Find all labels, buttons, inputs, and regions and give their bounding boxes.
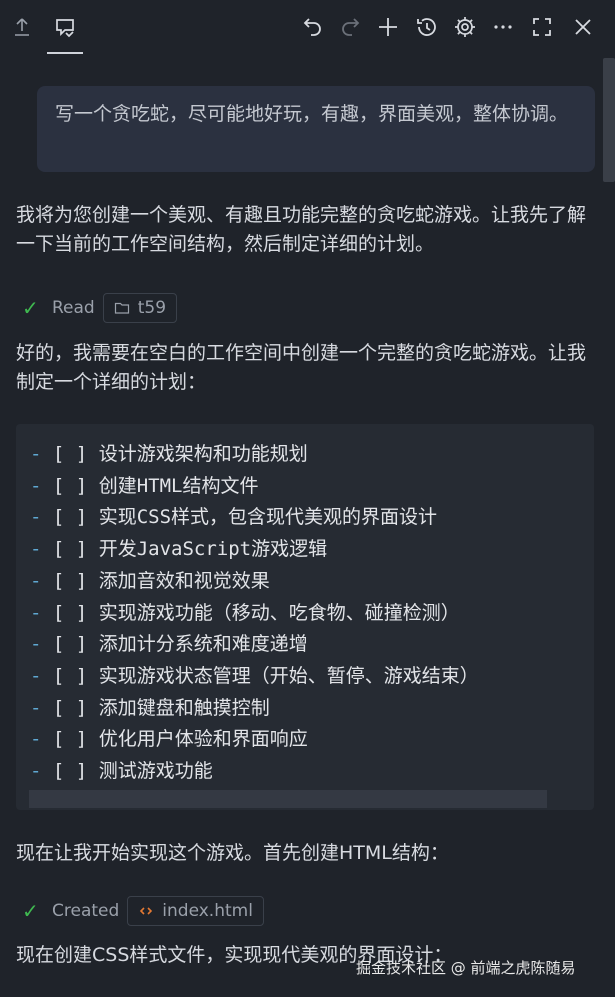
code-block: - [ ] 设计游戏架构和功能规划 - [ ] 创建HTML结构文件 - [ ] 实…: [16, 424, 594, 810]
assistant-paragraph: 我将为您创建一个美观、有趣且功能完整的贪吃蛇游戏。让我先了解一下当前的工作空间结…: [16, 204, 587, 255]
checkbox-marker: [ ]: [52, 569, 88, 592]
file-name: index.html: [162, 901, 253, 921]
checkbox-marker: [ ]: [52, 633, 88, 656]
plan-item: - [ ] 创建HTML结构文件: [30, 471, 258, 502]
checkbox-marker: [ ]: [52, 538, 88, 561]
assistant-paragraph: 现在让我开始实现这个游戏。首先创建HTML结构：: [16, 842, 449, 864]
add-icon[interactable]: [371, 8, 405, 46]
undo-icon[interactable]: [296, 8, 330, 46]
list-bullet: -: [30, 506, 42, 529]
checkbox-marker: [ ]: [52, 760, 88, 782]
list-bullet: -: [30, 569, 42, 592]
plan-item-text: 添加计分系统和难度递增: [98, 633, 308, 656]
checkbox-marker: [ ]: [52, 696, 88, 719]
list-bullet: -: [30, 601, 42, 624]
plan-item: - [ ] 添加键盘和触摸控制: [30, 693, 270, 724]
plan-item-text: 创建HTML结构文件: [98, 474, 259, 497]
plan-item: - [ ] 测试游戏功能: [30, 756, 213, 787]
user-message-text: 写一个贪吃蛇，尽可能地好玩，有趣，界面美观，整体协调。: [55, 103, 569, 125]
code-horizontal-scrollbar[interactable]: [29, 790, 547, 808]
upload-icon[interactable]: [5, 8, 39, 46]
plan-item-text: 实现游戏功能（移动、吃食物、碰撞检测）: [98, 601, 460, 624]
file-chip[interactable]: index.html: [127, 896, 264, 926]
plan-item: - [ ] 实现游戏状态管理（开始、暂停、游戏结束）: [30, 661, 479, 692]
checkbox-marker: [ ]: [52, 728, 88, 751]
list-bullet: -: [30, 443, 42, 465]
html-file-icon: [140, 907, 153, 915]
list-bullet: -: [30, 728, 42, 751]
list-bullet: -: [30, 474, 42, 497]
close-icon[interactable]: [566, 8, 600, 46]
list-bullet: -: [30, 696, 42, 719]
history-icon[interactable]: [410, 8, 444, 46]
assistant-paragraph: 好的，我需要在空白的工作空间中创建一个完整的贪吃蛇游戏。让我制定一个详细的计划：: [16, 342, 587, 393]
plan-item-text: 开发JavaScript游戏逻辑: [98, 538, 328, 561]
plan-item-text: 优化用户体验和界面响应: [98, 728, 308, 751]
plan-item: - [ ] 添加音效和视觉效果: [30, 566, 270, 597]
check-icon: ✓: [22, 296, 39, 320]
checkbox-marker: [ ]: [52, 443, 88, 465]
checkbox-marker: [ ]: [52, 601, 88, 624]
plan-item: - [ ] 优化用户体验和界面响应: [30, 724, 308, 755]
checkbox-marker: [ ]: [52, 474, 88, 497]
plan-item: - [ ] 实现CSS样式，包含现代美观的界面设计: [30, 502, 437, 533]
plan-item-text: 添加键盘和触摸控制: [98, 696, 270, 719]
read-tool-line: ✓ Read t59: [22, 293, 178, 323]
fullscreen-icon[interactable]: [525, 8, 559, 46]
plan-item-text: 设计游戏架构和功能规划: [98, 443, 308, 465]
plan-item: - [ ] 添加计分系统和难度递增: [30, 629, 308, 660]
toolbar: [0, 0, 615, 56]
created-tool-line: ✓ Created index.html: [22, 896, 264, 926]
plan-item: - [ ] 实现游戏功能（移动、吃食物、碰撞检测）: [30, 598, 460, 629]
check-icon: ✓: [22, 899, 39, 923]
tool-label: Created: [52, 901, 120, 921]
folder-chip[interactable]: t59: [102, 293, 178, 323]
user-message: 写一个贪吃蛇，尽可能地好玩，有趣，界面美观，整体协调。: [37, 86, 595, 172]
watermark: 掘金技术社区 @ 前端之虎陈随易: [356, 959, 576, 977]
checkbox-marker: [ ]: [52, 664, 88, 687]
tool-label: Read: [52, 298, 95, 318]
list-bullet: -: [30, 760, 42, 782]
plan-item-text: 测试游戏功能: [98, 760, 213, 782]
chat-icon[interactable]: [48, 8, 82, 46]
scrollbar-track[interactable]: [603, 58, 615, 997]
folder-icon: [114, 302, 129, 314]
folder-name: t59: [137, 298, 167, 318]
checkbox-marker: [ ]: [52, 506, 88, 529]
list-bullet: -: [30, 633, 42, 656]
plan-item: - [ ] 设计游戏架构和功能规划: [30, 439, 308, 470]
active-tab-indicator: [47, 52, 83, 54]
scrollbar-thumb[interactable]: [603, 58, 615, 182]
plan-item-text: 实现游戏状态管理（开始、暂停、游戏结束）: [98, 664, 479, 687]
more-icon[interactable]: [486, 8, 520, 46]
list-bullet: -: [30, 538, 42, 561]
plan-item-text: 添加音效和视觉效果: [98, 569, 270, 592]
list-bullet: -: [30, 664, 42, 687]
redo-icon[interactable]: [333, 8, 367, 46]
plan-item: - [ ] 开发JavaScript游戏逻辑: [30, 534, 327, 565]
gear-icon[interactable]: [448, 8, 482, 46]
plan-item-text: 实现CSS样式，包含现代美观的界面设计: [98, 506, 438, 529]
